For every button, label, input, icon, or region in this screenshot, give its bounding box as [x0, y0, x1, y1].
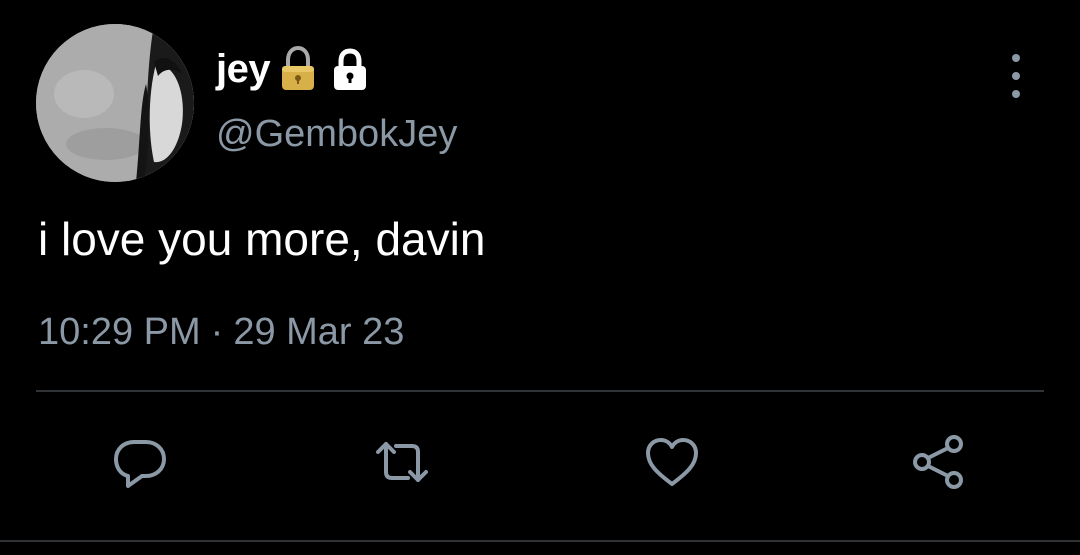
dot: [1012, 72, 1020, 80]
display-name-row: jey: [216, 44, 370, 94]
tweet-date[interactable]: 29 Mar 23: [233, 310, 404, 356]
more-vertical-icon[interactable]: [996, 54, 1036, 98]
avatar[interactable]: [36, 24, 194, 182]
share-icon: [913, 435, 963, 489]
tweet-meta: 10:29 PM · 29 Mar 23: [38, 310, 404, 356]
dot: [1012, 54, 1020, 62]
share-button[interactable]: [906, 430, 970, 494]
tweet-text: i love you more, davin: [38, 213, 486, 265]
action-bar: [0, 430, 1080, 500]
tweet-time[interactable]: 10:29 PM: [38, 310, 201, 356]
retweet-icon: [376, 442, 428, 482]
like-button[interactable]: [640, 430, 704, 494]
lock-badge-icon: [334, 48, 367, 90]
reply-icon: [114, 440, 166, 488]
reply-button[interactable]: [108, 430, 172, 494]
heart-icon: [646, 438, 698, 486]
dot: [1012, 90, 1020, 98]
tweet: jey @GembokJey i love you more, davin 10…: [0, 0, 1080, 555]
divider: [36, 390, 1044, 392]
lock-emoji-icon: [282, 46, 315, 90]
handle[interactable]: @GembokJey: [216, 112, 457, 158]
meta-separator: ·: [210, 311, 224, 353]
display-name[interactable]: jey: [216, 49, 271, 89]
retweet-button[interactable]: [370, 430, 434, 494]
profile-photo: [36, 24, 194, 182]
bottom-divider: [0, 540, 1080, 542]
